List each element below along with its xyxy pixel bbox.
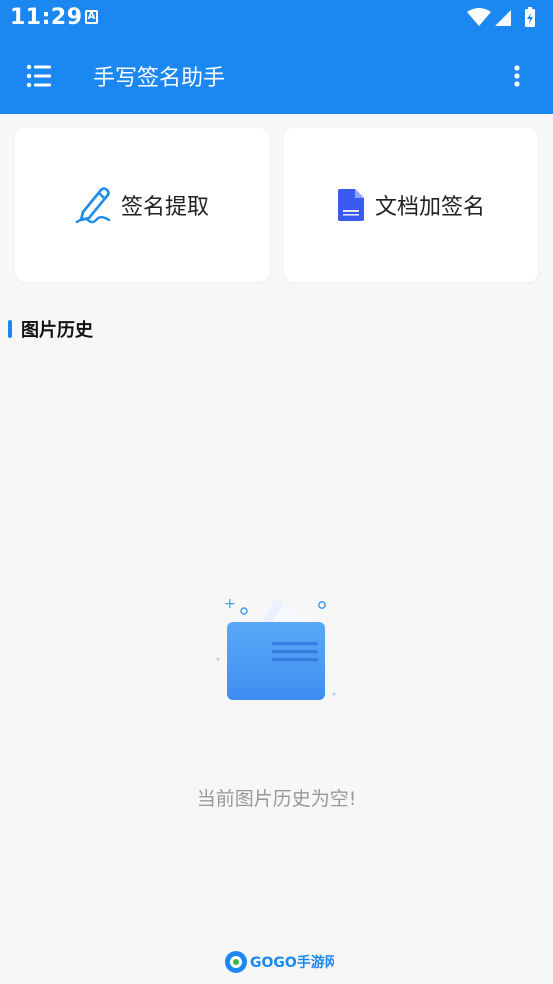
pen-signature-icon xyxy=(75,187,111,224)
watermark-logo: GOGO手游网 xyxy=(225,951,334,973)
document-file-icon xyxy=(337,189,364,221)
battery-icon xyxy=(525,7,535,27)
document-sign-card[interactable]: 文档加签名 xyxy=(284,128,538,282)
extract-signature-card[interactable]: 签名提取 xyxy=(15,128,269,282)
section-title: 图片历史 xyxy=(21,320,93,341)
svg-text:+: + xyxy=(224,596,236,612)
extract-signature-label: 签名提取 xyxy=(120,195,209,220)
empty-folder-icon: + xyxy=(216,596,336,700)
section-accent-bar xyxy=(8,320,12,338)
empty-state-message: 当前图片历史为空! xyxy=(196,788,357,810)
watermark-text: GOGO手游网 xyxy=(250,954,334,971)
list-menu-icon[interactable] xyxy=(26,64,52,88)
a-letter-icon: A xyxy=(85,10,98,24)
more-vertical-icon[interactable] xyxy=(513,64,521,88)
document-sign-label: 文档加签名 xyxy=(374,195,485,220)
wifi-icon xyxy=(467,8,491,26)
status-icons xyxy=(467,7,535,27)
app-bar: 手写签名助手 xyxy=(0,36,553,114)
status-time: 11:29 xyxy=(10,5,83,30)
signal-icon xyxy=(495,10,511,26)
section-header: 图片历史 xyxy=(8,318,93,341)
status-bar: 11:29 A xyxy=(0,0,553,36)
app-title: 手写签名助手 xyxy=(93,66,226,91)
